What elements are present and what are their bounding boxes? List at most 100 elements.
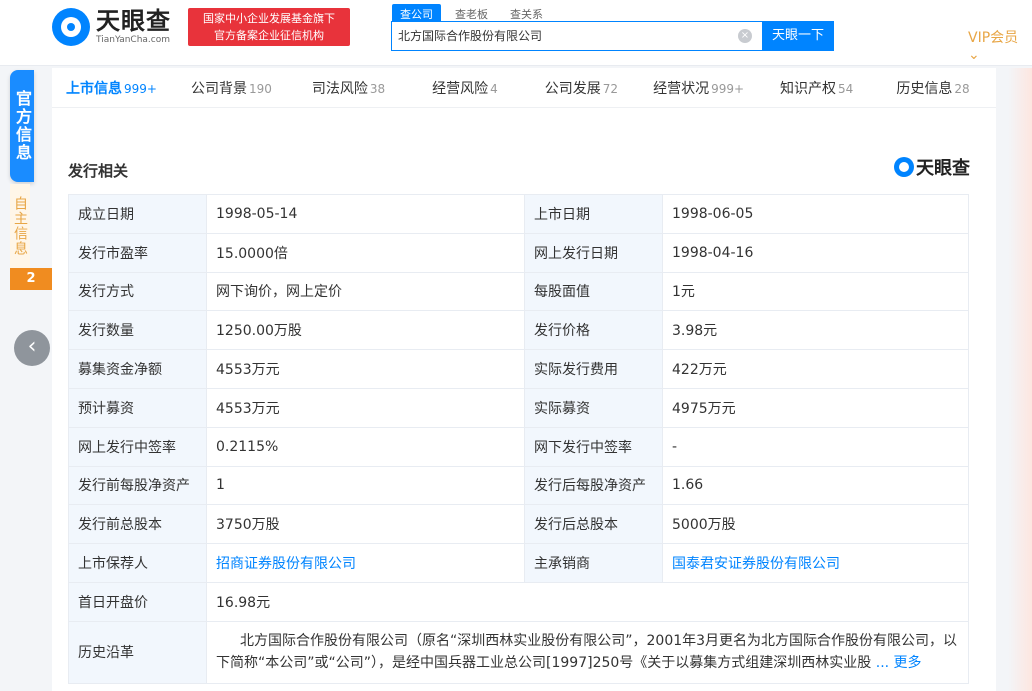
row-key: 网上发行中签率 bbox=[68, 426, 207, 467]
row-value: 1998-04-16 bbox=[662, 232, 969, 273]
side-tabs: 官方信息 自主信息 2 bbox=[10, 70, 52, 290]
nav-label: 公司背景 bbox=[190, 80, 247, 97]
table-row: 发行市盈率 15.0000倍 网上发行日期 1998-04-16 bbox=[68, 232, 969, 273]
row-value: 1250.00万股 bbox=[206, 310, 525, 351]
logo-text: 天眼查 TianYanCha.com bbox=[96, 9, 171, 45]
row-value: 网下询价，网上定价 bbox=[206, 271, 525, 312]
row-value: 3750万股 bbox=[206, 504, 525, 545]
nav-label: 知识产权 bbox=[780, 80, 837, 97]
row-key: 网下发行中签率 bbox=[524, 426, 663, 467]
chevron-left-icon[interactable]: ‹ bbox=[14, 330, 50, 366]
row-value: 1998-05-14 bbox=[206, 194, 525, 234]
nav-operating-risk[interactable]: 经营风险 4 bbox=[432, 78, 498, 98]
row-key: 发行数量 bbox=[68, 310, 207, 351]
section-nav: 上市信息 999+ 公司背景 190 司法风险 38 经营风险 4 公司发展 72 经营状… bbox=[52, 68, 996, 108]
history-text: 北方国际合作股份有限公司（原名“深圳西林实业股份有限公司”，2001年3月更名为… bbox=[206, 620, 969, 684]
nav-count: 190 bbox=[248, 81, 272, 96]
side-tab-official[interactable]: 官方信息 bbox=[10, 70, 34, 182]
history-value: 北方国际合作股份有限公司（原名“深圳西林实业股份有限公司”，2001年3月更名为… bbox=[216, 633, 958, 672]
row-key: 发行前总股本 bbox=[68, 504, 207, 545]
search-box: × bbox=[391, 21, 763, 51]
clear-icon[interactable]: × bbox=[738, 29, 752, 43]
section-title: 发行相关 bbox=[68, 162, 129, 180]
more-link[interactable]: ... 更多 bbox=[876, 655, 922, 671]
logo-en: TianYanCha.com bbox=[96, 35, 171, 45]
nav-label: 经营状况 bbox=[653, 80, 710, 97]
search-button[interactable]: 天眼一下 bbox=[762, 21, 834, 51]
nav-count: 4 bbox=[490, 81, 498, 96]
slogan-line1: 国家中小企业发展基金旗下 bbox=[203, 12, 335, 25]
row-key: 主承销商 bbox=[524, 543, 663, 583]
nav-label: 经营风险 bbox=[432, 80, 489, 97]
nav-background[interactable]: 公司背景 190 bbox=[191, 78, 272, 98]
row-key: 网上发行日期 bbox=[524, 232, 663, 273]
nav-label: 公司发展 bbox=[544, 80, 601, 97]
row-value: 0.2115% bbox=[206, 426, 525, 467]
row-value: 5000万股 bbox=[662, 504, 969, 545]
row-value: 1 bbox=[206, 465, 525, 506]
vip-label: VIP会员 bbox=[968, 30, 1019, 46]
row-key: 发行后总股本 bbox=[524, 504, 663, 545]
nav-listing[interactable]: 上市信息 999+ bbox=[66, 78, 157, 98]
row-key: 发行市盈率 bbox=[68, 232, 207, 273]
tianyancha-logo[interactable]: 天眼查 TianYanCha.com bbox=[52, 8, 171, 46]
row-key: 上市日期 bbox=[524, 194, 663, 234]
row-value: 4975万元 bbox=[662, 387, 969, 428]
row-key: 预计募资 bbox=[68, 387, 207, 428]
vip-link[interactable]: VIP会员 ⌄ bbox=[968, 27, 1032, 63]
table-row: 预计募资 4553万元 实际募资 4975万元 bbox=[68, 387, 969, 428]
nav-development[interactable]: 公司发展 72 bbox=[545, 78, 618, 98]
nav-label: 历史信息 bbox=[896, 80, 953, 97]
search-input[interactable] bbox=[398, 28, 728, 42]
row-key: 每股面值 bbox=[524, 271, 663, 312]
table-row: 发行前总股本 3750万股 发行后总股本 5000万股 bbox=[68, 504, 969, 545]
row-value: 1998-06-05 bbox=[662, 194, 969, 234]
table-row: 首日开盘价 16.98元 bbox=[68, 581, 969, 622]
table-row: 历史沿革 北方国际合作股份有限公司（原名“深圳西林实业股份有限公司”，2001年… bbox=[68, 620, 969, 684]
table-row: 发行方式 网下询价，网上定价 每股面值 1元 bbox=[68, 271, 969, 312]
row-key: 实际募资 bbox=[524, 387, 663, 428]
chevron-down-icon: ⌄ bbox=[968, 47, 980, 63]
side-badge: 2 bbox=[10, 268, 52, 290]
eye-logo-icon bbox=[52, 8, 90, 46]
brand-watermark: 天眼查 bbox=[894, 154, 970, 180]
top-header: 天眼查 TianYanCha.com 国家中小企业发展基金旗下 官方备案企业征信… bbox=[0, 0, 1032, 66]
nav-count: 28 bbox=[954, 81, 970, 96]
logo-cn: 天眼查 bbox=[96, 7, 171, 35]
issuance-table: 成立日期 1998-05-14 上市日期 1998-06-05 发行市盈率 15.0000… bbox=[68, 194, 969, 684]
nav-count: 72 bbox=[602, 81, 619, 96]
side-tab-self[interactable]: 自主信息 bbox=[10, 184, 30, 268]
table-row: 发行前每股净资产 1 发行后每股净资产 1.66 bbox=[68, 465, 969, 506]
main-panel: 上市信息 999+ 公司背景 190 司法风险 38 经营风险 4 公司发展 72 经营状… bbox=[52, 68, 996, 691]
row-key: 发行后每股净资产 bbox=[524, 465, 663, 506]
company-link[interactable]: 国泰君安证券股份有限公司 bbox=[662, 543, 969, 583]
nav-label: 司法风险 bbox=[311, 80, 368, 97]
row-key: 发行价格 bbox=[524, 310, 663, 351]
table-row: 上市保荐人 招商证券股份有限公司 主承销商 国泰君安证券股份有限公司 bbox=[68, 543, 969, 583]
nav-label: 上市信息 bbox=[66, 80, 122, 97]
slogan-line2: 官方备案企业征信机构 bbox=[214, 29, 324, 42]
table-row: 发行数量 1250.00万股 发行价格 3.98元 bbox=[68, 310, 969, 351]
nav-count: 999+ bbox=[711, 81, 745, 96]
row-value: 1元 bbox=[662, 271, 969, 312]
table-row: 成立日期 1998-05-14 上市日期 1998-06-05 bbox=[68, 194, 969, 234]
nav-history[interactable]: 历史信息 28 bbox=[896, 78, 969, 98]
right-edge bbox=[1008, 68, 1032, 691]
company-link[interactable]: 招商证券股份有限公司 bbox=[206, 543, 525, 583]
row-key: 上市保荐人 bbox=[68, 543, 207, 583]
row-value: 3.98元 bbox=[662, 310, 969, 351]
row-key: 首日开盘价 bbox=[68, 581, 207, 622]
nav-ip[interactable]: 知识产权 54 bbox=[780, 78, 853, 98]
nav-count: 999+ bbox=[124, 81, 157, 96]
nav-judicial[interactable]: 司法风险 38 bbox=[312, 78, 385, 98]
row-value: 4553万元 bbox=[206, 387, 525, 428]
row-key: 历史沿革 bbox=[68, 620, 207, 684]
table-row: 网上发行中签率 0.2115% 网下发行中签率 - bbox=[68, 426, 969, 467]
row-key: 募集资金净额 bbox=[68, 349, 207, 389]
nav-count: 54 bbox=[838, 81, 854, 96]
nav-operating-status[interactable]: 经营状况 999+ bbox=[653, 78, 744, 98]
row-value: 16.98元 bbox=[206, 581, 969, 622]
eye-logo-icon bbox=[894, 157, 914, 177]
row-value: 1.66 bbox=[662, 465, 969, 506]
slogan-badge: 国家中小企业发展基金旗下 官方备案企业征信机构 bbox=[188, 8, 350, 46]
